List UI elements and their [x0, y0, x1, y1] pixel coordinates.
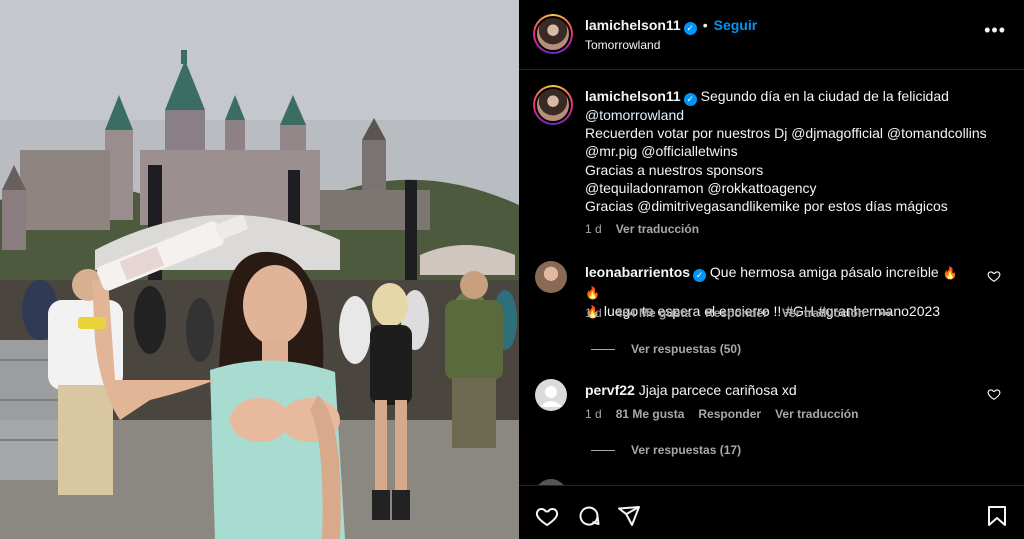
comment-text-line: Que hermosa amiga pásalo increíble [709, 264, 939, 280]
photo-illustration [0, 0, 519, 539]
caption-avatar[interactable] [533, 85, 573, 125]
comment-text: pervf22 Jjaja parcece cariñosa xd [585, 381, 965, 400]
post-photo[interactable] [0, 0, 519, 539]
reply-button[interactable]: Responder [705, 306, 768, 320]
translate-link[interactable]: Ver traducción [782, 306, 865, 320]
comments-list[interactable]: lamichelson11 ✓ Segundo día en la ciudad … [519, 71, 1024, 485]
view-replies-label: Ver respuestas (17) [631, 443, 742, 457]
author-username[interactable]: lamichelson11 [585, 17, 681, 33]
verified-badge-icon: ✓ [683, 93, 697, 106]
comment-likes[interactable]: 81 Me gusta [616, 407, 685, 421]
view-replies-button[interactable]: Ver respuestas (50) [591, 342, 741, 356]
caption-line[interactable]: @tomorrowland [585, 107, 684, 123]
view-replies-label: Ver respuestas (50) [631, 342, 742, 356]
caption-line: Segundo día en la ciudad de la felicidad [700, 88, 949, 104]
comment-time[interactable]: 1 d [585, 407, 602, 421]
caption-line: Recuerden votar por nuestros Dj @djmagof… [585, 125, 987, 142]
view-replies-button[interactable]: Ver respuestas (17) [591, 443, 741, 457]
commenter-avatar[interactable] [535, 261, 567, 293]
follow-button[interactable]: Seguir [714, 17, 758, 33]
comment-icon[interactable] [577, 504, 601, 528]
comment-text-line: Jjaja parcece cariñosa xd [638, 382, 797, 398]
bookmark-icon[interactable] [985, 504, 1009, 528]
comment-likes[interactable]: 484 Me gusta [616, 306, 691, 320]
default-avatar-icon [540, 386, 562, 407]
heart-icon[interactable] [987, 387, 1001, 401]
post-details-panel: lamichelson11 ✓ • Seguir Tomorrowland ••• l… [519, 0, 1024, 539]
caption-text: lamichelson11 ✓ Segundo día en la ciudad … [585, 87, 1005, 215]
caption-time[interactable]: 1 d [585, 222, 602, 236]
separator-dot: • [702, 17, 708, 33]
reply-button[interactable]: Responder [698, 407, 761, 421]
comment-meta: 1 d 484 Me gusta Responder Ver traducción ••… [585, 306, 906, 320]
verified-badge-icon: ✓ [683, 22, 697, 35]
more-options-icon[interactable]: ••• [984, 20, 1006, 41]
share-icon[interactable] [617, 504, 641, 528]
comment-time[interactable]: 1 d [585, 306, 602, 320]
caption-username[interactable]: lamichelson11 [585, 88, 681, 104]
translate-link[interactable]: Ver traducción [775, 407, 858, 421]
comment-options-icon[interactable]: ••• [879, 306, 892, 320]
commenter-username[interactable]: leonabarrientos [585, 264, 690, 280]
commenter-avatar[interactable] [535, 379, 567, 411]
comment-meta: 1 d 81 Me gusta Responder Ver traducción [585, 407, 872, 421]
heart-icon[interactable] [535, 504, 559, 528]
caption-line: Gracias @dimitrivegasandlikemike por est… [585, 198, 948, 215]
caption-line: Gracias a nuestros sponsors [585, 161, 764, 178]
caption-meta: 1 d Ver traducción [585, 222, 713, 236]
caption-line: @tequiladonramon @rokkattoagency [585, 179, 817, 196]
heart-icon[interactable] [987, 269, 1001, 283]
post-actions-bar [519, 485, 1024, 539]
caption-translate-link[interactable]: Ver traducción [616, 222, 699, 236]
author-avatar[interactable] [533, 14, 573, 54]
replies-divider [591, 450, 615, 452]
replies-divider [591, 349, 615, 351]
commenter-username[interactable]: pervf22 [585, 382, 635, 398]
post-header: lamichelson11 ✓ • Seguir Tomorrowland ••• [519, 0, 1024, 70]
location-link[interactable]: Tomorrowland [585, 38, 660, 52]
verified-badge-icon: ✓ [693, 269, 707, 282]
author-line: lamichelson11 ✓ • Seguir [585, 17, 757, 35]
caption-line: @mr.pig @officialletwins [585, 143, 738, 160]
